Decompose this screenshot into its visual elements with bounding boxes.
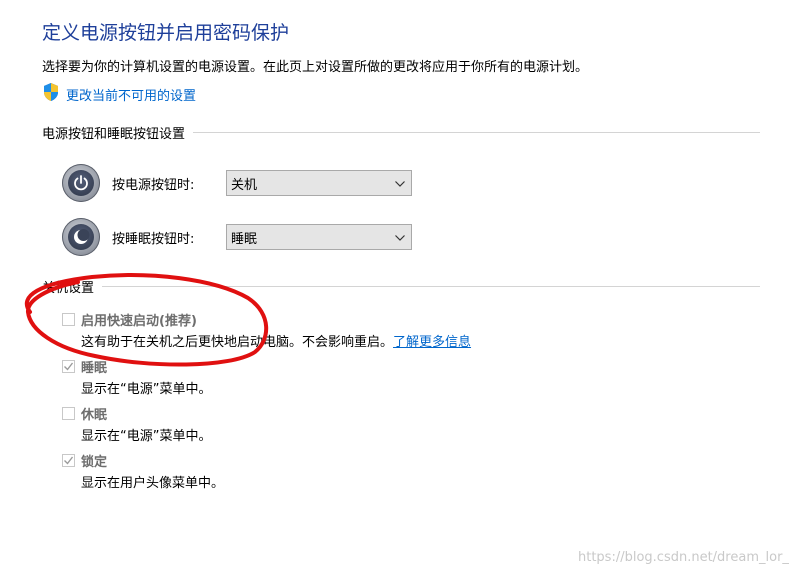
- fast-startup-description-text: 这有助于在关机之后更快地启动电脑。不会影响重启。: [81, 335, 394, 350]
- hibernate-option-label: 休眠: [81, 408, 108, 423]
- power-button-action-label: 按电源按钮时:: [112, 177, 195, 193]
- uac-shield-icon: [42, 82, 60, 106]
- sleep-option-description: 显示在“电源”菜单中。: [81, 382, 212, 397]
- sleep-option-label: 睡眠: [81, 361, 108, 376]
- shutdown-section-header: 关机设置: [42, 277, 760, 296]
- hibernate-checkbox[interactable]: [62, 407, 75, 420]
- lock-checkbox[interactable]: [62, 454, 75, 467]
- sleep-button-action-label: 按睡眠按钮时:: [112, 231, 195, 247]
- learn-more-link[interactable]: 了解更多信息: [393, 335, 471, 350]
- sleep-option[interactable]: 睡眠: [62, 357, 107, 376]
- sleep-checkbox[interactable]: [62, 360, 75, 373]
- chevron-down-icon: [395, 230, 405, 245]
- hibernate-option[interactable]: 休眠: [62, 404, 107, 423]
- lock-option[interactable]: 锁定: [62, 451, 107, 470]
- checkmark-icon: [64, 456, 74, 465]
- fast-startup-label: 启用快速启动(推荐): [81, 314, 197, 329]
- power-button-action-value: 关机: [231, 177, 258, 193]
- power-button-action-select[interactable]: 关机: [226, 170, 412, 196]
- checkmark-icon: [64, 362, 74, 371]
- change-unavailable-settings-link[interactable]: 更改当前不可用的设置: [42, 83, 196, 105]
- watermark: https://blog.csdn.net/dream_lor_: [578, 550, 789, 565]
- sleep-button-row: 按睡眠按钮时: 睡眠: [62, 218, 412, 256]
- section-divider: [102, 285, 760, 287]
- sleep-button-action-value: 睡眠: [231, 231, 258, 247]
- page-title: 定义电源按钮并启用密码保护: [42, 22, 290, 44]
- power-icon: [62, 164, 100, 202]
- lock-option-label: 锁定: [81, 455, 108, 470]
- fast-startup-description: 这有助于在关机之后更快地启动电脑。不会影响重启。了解更多信息: [81, 331, 471, 350]
- page-description: 选择要为你的计算机设置的电源设置。在此页上对设置所做的更改将应用于你所有的电源计…: [42, 60, 589, 75]
- hibernate-option-description: 显示在“电源”菜单中。: [81, 429, 212, 444]
- chevron-down-icon: [395, 176, 405, 191]
- lock-option-description: 显示在用户头像菜单中。: [81, 476, 225, 491]
- power-buttons-section-label: 电源按钮和睡眠按钮设置: [42, 126, 186, 142]
- power-buttons-section-header: 电源按钮和睡眠按钮设置: [42, 123, 760, 142]
- change-unavailable-settings-label: 更改当前不可用的设置: [66, 88, 197, 104]
- section-divider: [193, 131, 760, 133]
- shutdown-section-label: 关机设置: [42, 280, 95, 296]
- fast-startup-option[interactable]: 启用快速启动(推荐): [62, 310, 197, 329]
- sleep-button-action-select[interactable]: 睡眠: [226, 224, 412, 250]
- fast-startup-checkbox[interactable]: [62, 313, 75, 326]
- sleep-moon-icon: [62, 218, 100, 256]
- power-button-row: 按电源按钮时: 关机: [62, 164, 412, 202]
